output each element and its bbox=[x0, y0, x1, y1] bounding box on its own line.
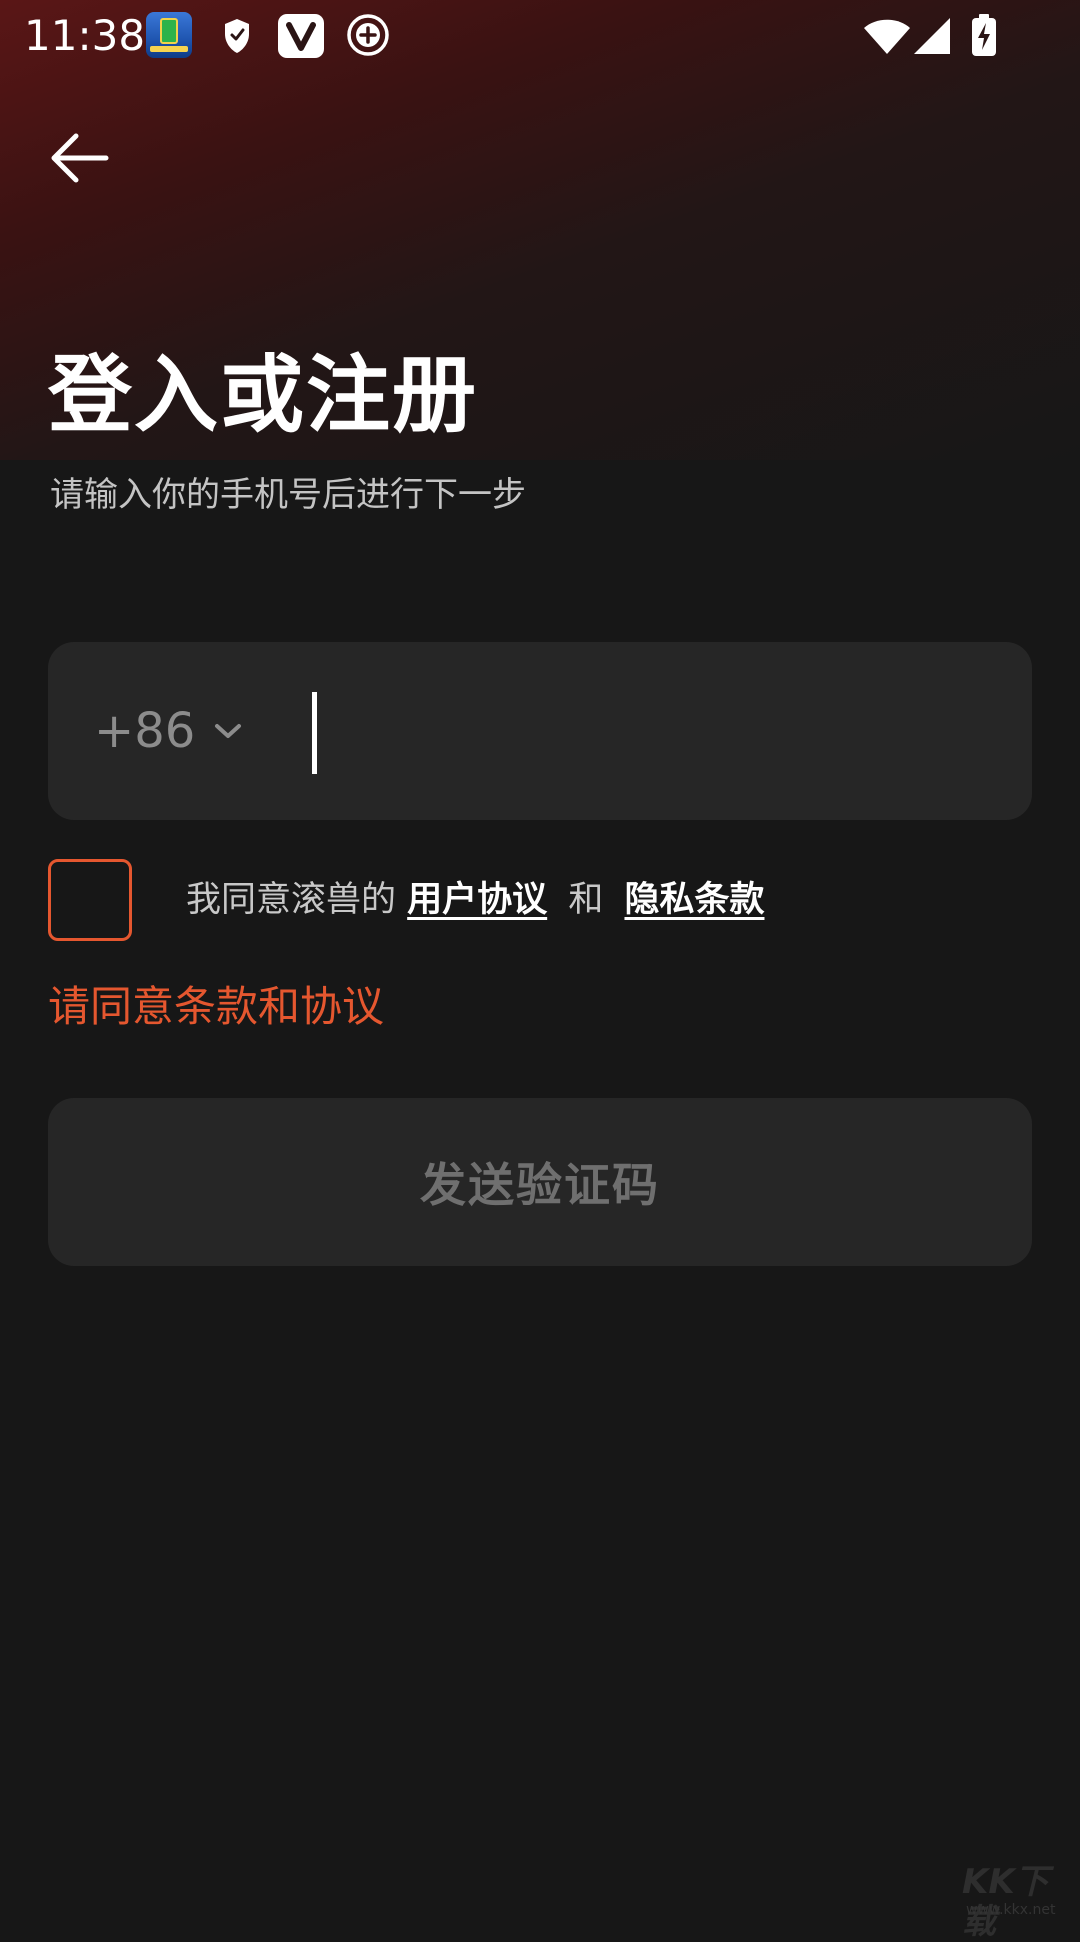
send-code-button[interactable]: 发送验证码 bbox=[48, 1098, 1032, 1266]
v-app-icon bbox=[278, 14, 324, 58]
arrow-left-icon bbox=[51, 133, 109, 183]
page-subtitle: 请输入你的手机号后进行下一步 bbox=[50, 475, 526, 515]
phone-field: +86 bbox=[48, 642, 1032, 820]
agreement-text: 我同意滚兽的 用户协议 和 隐私条款 bbox=[186, 874, 764, 926]
chevron-down-icon bbox=[215, 724, 242, 738]
battery-charging-icon bbox=[972, 14, 996, 56]
signal-icon bbox=[914, 18, 950, 54]
status-time: 11:38 bbox=[24, 11, 146, 60]
phone-input[interactable] bbox=[310, 642, 1000, 820]
country-code-selector[interactable]: +86 bbox=[94, 642, 243, 820]
agreement-prefix: 我同意滚兽的 bbox=[186, 880, 397, 920]
privacy-policy-link[interactable]: 隐私条款 bbox=[624, 880, 764, 920]
agreement-and: 和 bbox=[568, 880, 604, 920]
shield-icon bbox=[225, 19, 249, 53]
text-caret bbox=[312, 692, 317, 774]
country-code-label: +86 bbox=[94, 703, 196, 759]
agreement-error-text: 请同意条款和协议 bbox=[48, 982, 385, 1031]
wifi-icon bbox=[864, 19, 910, 54]
plus-circle-icon bbox=[347, 14, 389, 56]
agree-checkbox[interactable] bbox=[48, 859, 132, 941]
watermark-url: www.kkx.net bbox=[966, 1902, 1056, 1918]
back-button[interactable] bbox=[44, 122, 116, 194]
user-agreement-link[interactable]: 用户协议 bbox=[407, 880, 547, 920]
page-title: 登入或注册 bbox=[48, 346, 479, 444]
app-icon bbox=[146, 12, 192, 58]
status-bar: 11:38 bbox=[0, 0, 1080, 72]
